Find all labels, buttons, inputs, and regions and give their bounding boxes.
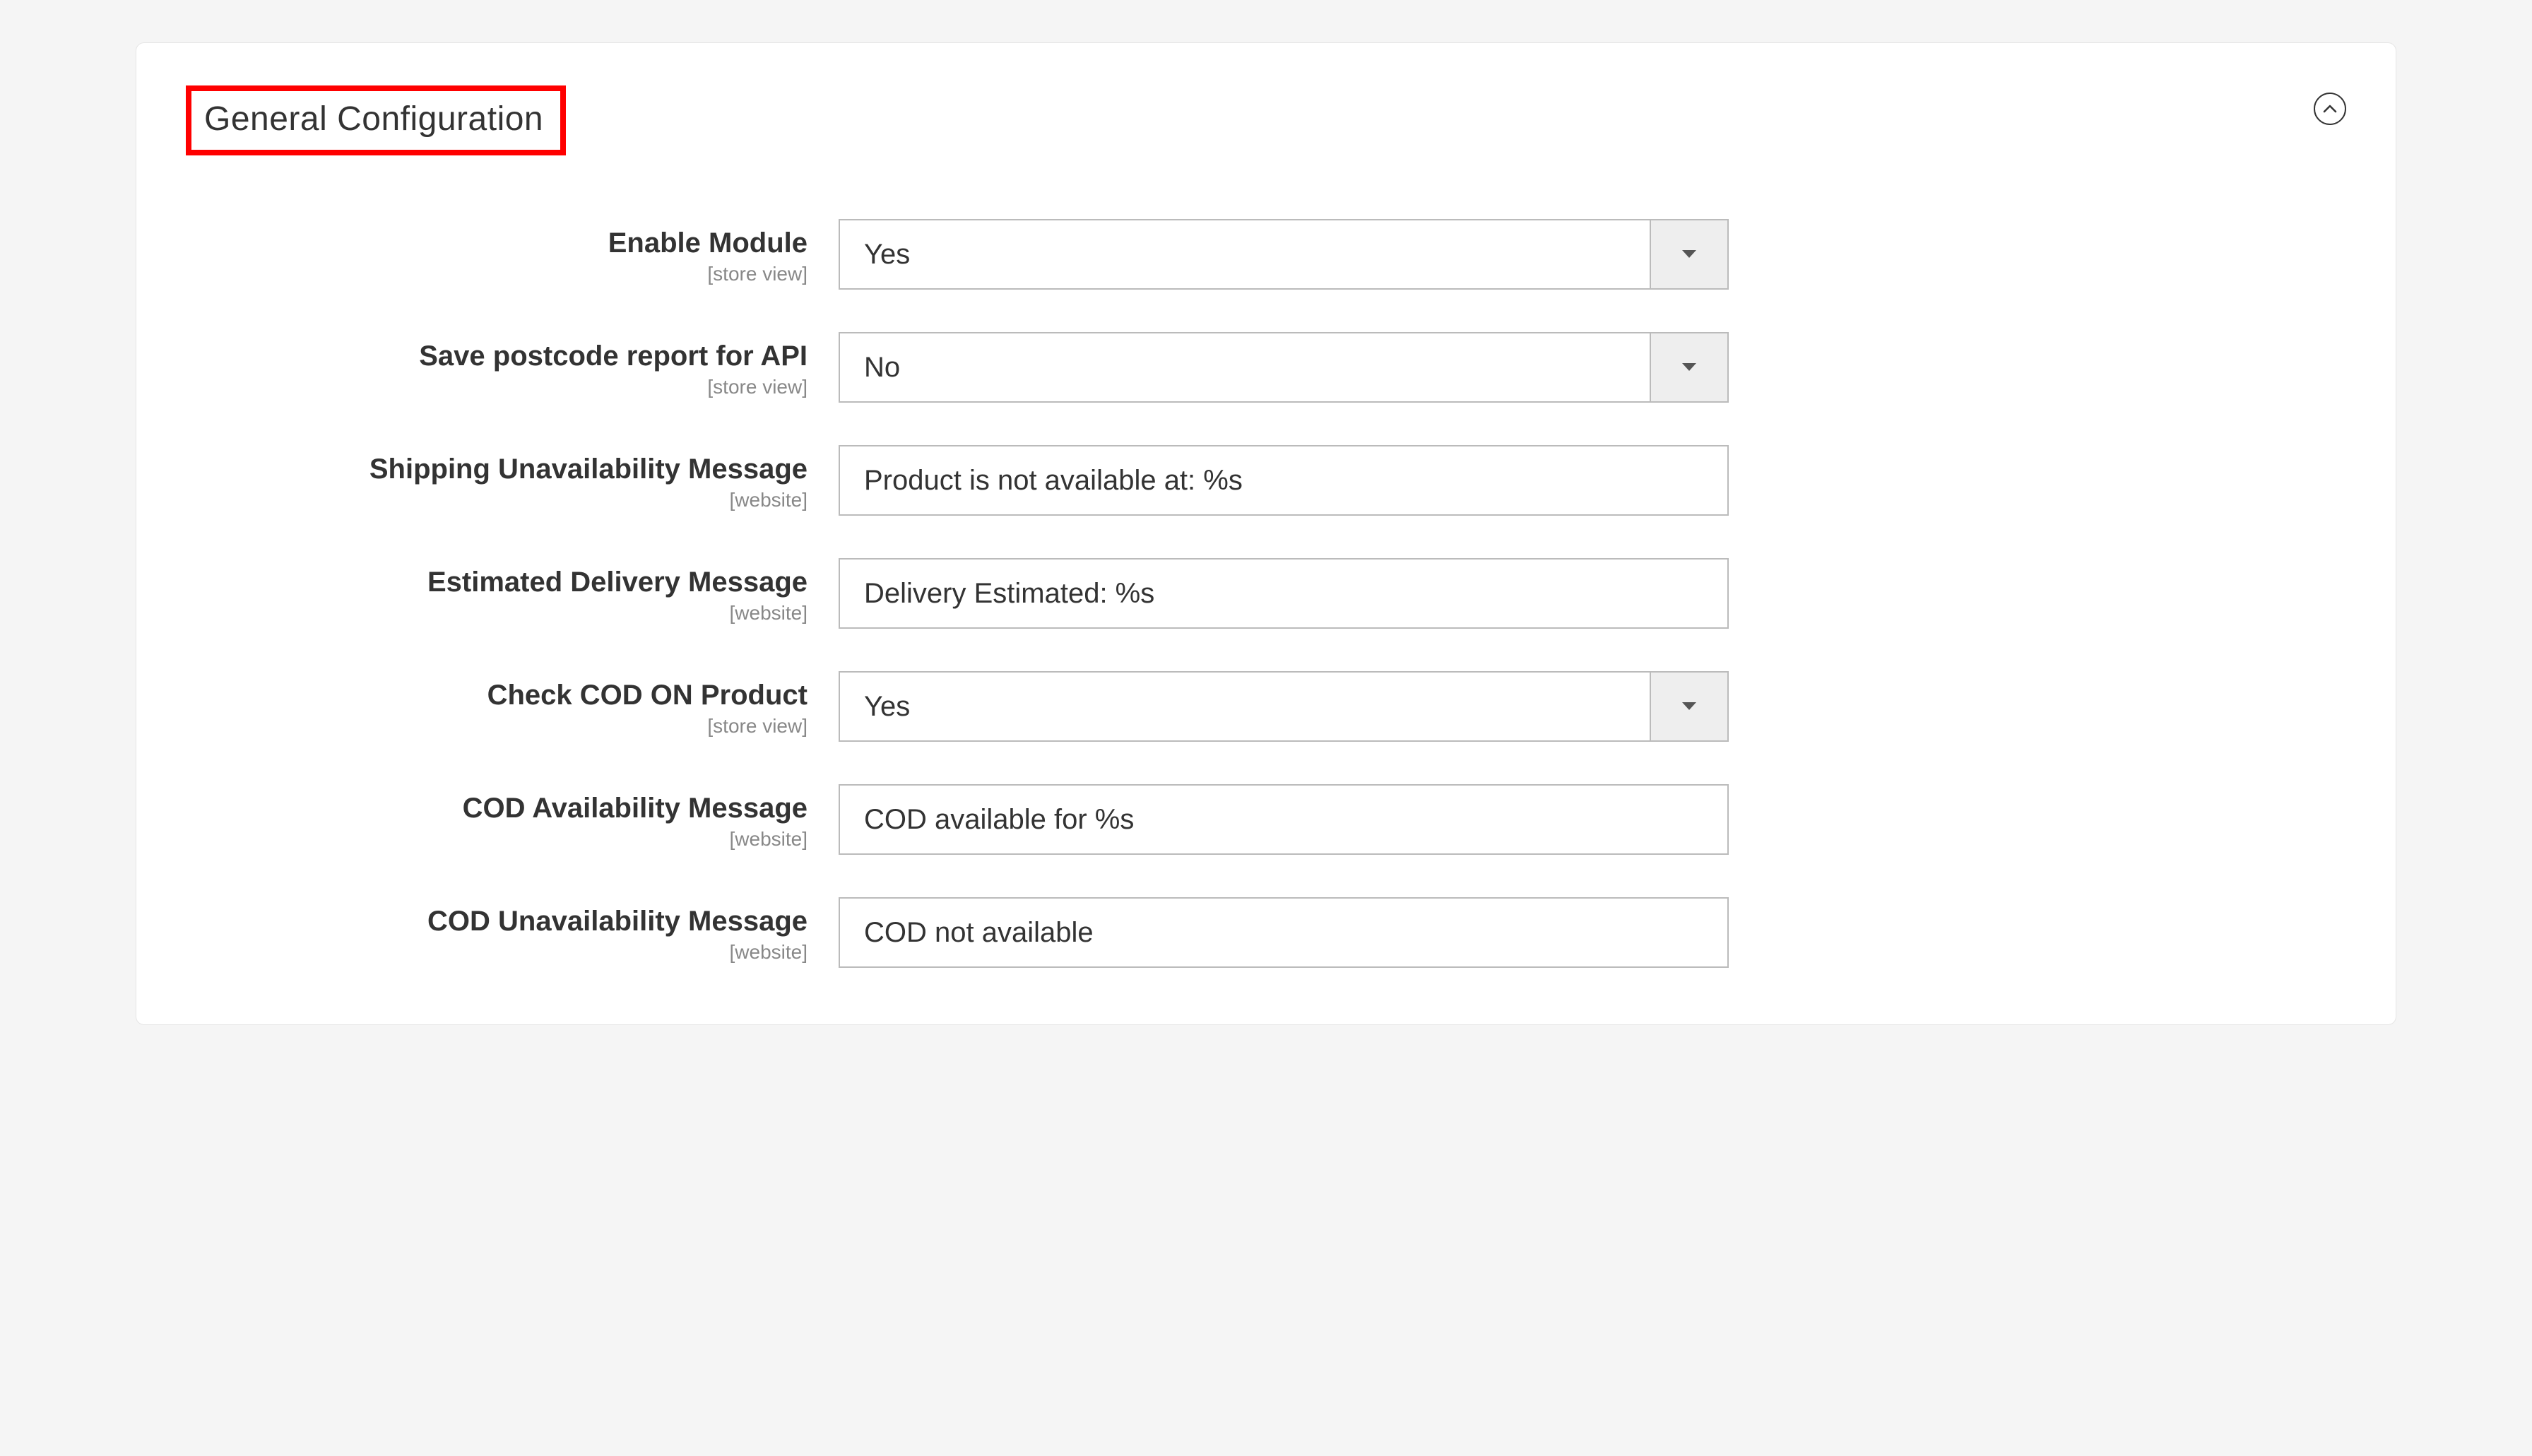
row-estimated-delivery-message: Estimated Delivery Message [website]	[285, 558, 2346, 629]
row-check-cod-on-product: Check COD ON Product [store view] Yes	[285, 671, 2346, 742]
field-label: Save postcode report for API	[285, 339, 807, 373]
label-col: COD Availability Message [website]	[285, 784, 807, 851]
input-col: Yes	[839, 671, 1729, 742]
shipping-unavailability-message-input[interactable]	[839, 445, 1729, 516]
field-scope: [website]	[285, 489, 807, 511]
chevron-down-icon	[1681, 702, 1697, 711]
label-col: COD Unavailability Message [website]	[285, 897, 807, 964]
select-value: Yes	[840, 673, 1650, 740]
collapse-toggle-button[interactable]	[2314, 93, 2346, 125]
label-col: Shipping Unavailability Message [website…	[285, 445, 807, 511]
input-col: No	[839, 332, 1729, 403]
field-label: Enable Module	[285, 226, 807, 260]
chevron-up-icon	[2323, 105, 2337, 113]
field-label: Estimated Delivery Message	[285, 565, 807, 599]
chevron-down-icon	[1681, 362, 1697, 372]
panel-title-highlight: General Configuration	[186, 85, 566, 155]
input-col	[839, 558, 1729, 629]
input-col	[839, 445, 1729, 516]
label-col: Save postcode report for API [store view…	[285, 332, 807, 398]
field-scope: [store view]	[285, 263, 807, 285]
panel-header: General Configuration	[186, 85, 2346, 155]
label-col: Enable Module [store view]	[285, 219, 807, 285]
cod-unavailability-message-input[interactable]	[839, 897, 1729, 968]
row-cod-availability-message: COD Availability Message [website]	[285, 784, 2346, 855]
field-scope: [website]	[285, 941, 807, 964]
field-label: COD Unavailability Message	[285, 904, 807, 938]
config-form: Enable Module [store view] Yes Save post…	[186, 219, 2346, 968]
select-value: No	[840, 333, 1650, 401]
row-save-postcode-report: Save postcode report for API [store view…	[285, 332, 2346, 403]
input-col	[839, 897, 1729, 968]
select-value: Yes	[840, 220, 1650, 288]
input-col: Yes	[839, 219, 1729, 290]
cod-availability-message-input[interactable]	[839, 784, 1729, 855]
field-scope: [store view]	[285, 715, 807, 738]
label-col: Check COD ON Product [store view]	[285, 671, 807, 738]
panel-title: General Configuration	[204, 100, 543, 138]
field-scope: [website]	[285, 602, 807, 625]
label-col: Estimated Delivery Message [website]	[285, 558, 807, 625]
field-label: Check COD ON Product	[285, 678, 807, 712]
field-label: COD Availability Message	[285, 791, 807, 825]
general-configuration-panel: General Configuration Enable Module [sto…	[136, 42, 2396, 1025]
check-cod-on-product-select[interactable]: Yes	[839, 671, 1729, 742]
dropdown-arrow	[1650, 220, 1727, 288]
field-scope: [store view]	[285, 376, 807, 398]
row-shipping-unavailability-message: Shipping Unavailability Message [website…	[285, 445, 2346, 516]
row-cod-unavailability-message: COD Unavailability Message [website]	[285, 897, 2346, 968]
row-enable-module: Enable Module [store view] Yes	[285, 219, 2346, 290]
dropdown-arrow	[1650, 333, 1727, 401]
save-postcode-report-select[interactable]: No	[839, 332, 1729, 403]
input-col	[839, 784, 1729, 855]
enable-module-select[interactable]: Yes	[839, 219, 1729, 290]
field-label: Shipping Unavailability Message	[285, 452, 807, 486]
estimated-delivery-message-input[interactable]	[839, 558, 1729, 629]
dropdown-arrow	[1650, 673, 1727, 740]
field-scope: [website]	[285, 828, 807, 851]
chevron-down-icon	[1681, 249, 1697, 259]
